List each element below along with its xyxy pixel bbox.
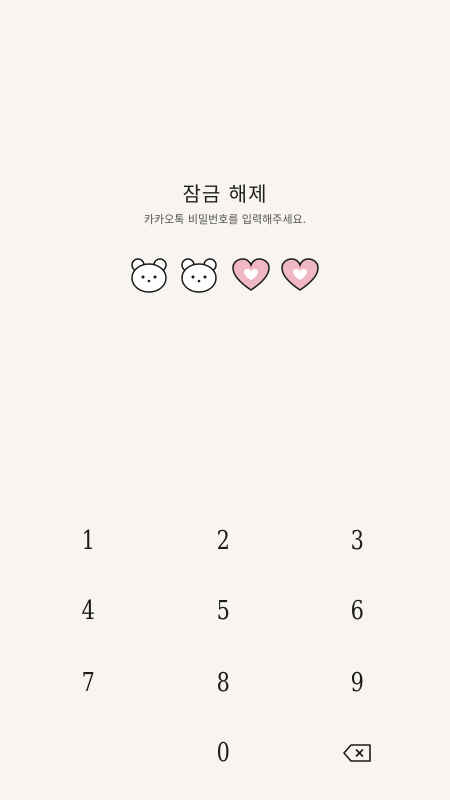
key-4[interactable]: 4 (33, 581, 143, 641)
bear-face-icon (181, 258, 217, 293)
pin-slot-2 (179, 256, 219, 294)
bear-face-icon (131, 258, 167, 293)
pin-slot-1 (129, 256, 169, 294)
key-empty (33, 723, 143, 783)
pin-slot-3 (231, 256, 271, 294)
page-subtitle: 카카오톡 비밀번호를 입력해주세요. (143, 213, 307, 226)
key-7[interactable]: 7 (33, 653, 143, 713)
backspace-button[interactable] (302, 723, 412, 783)
key-0[interactable]: 0 (168, 723, 278, 783)
page-title: 잠금 해제 (182, 182, 268, 206)
key-3[interactable]: 3 (302, 511, 412, 571)
key-5[interactable]: 5 (168, 581, 278, 641)
key-1[interactable]: 1 (33, 511, 143, 571)
heart-icon (232, 258, 270, 291)
key-2[interactable]: 2 (168, 511, 278, 571)
pin-indicator (129, 256, 321, 294)
numeric-keypad: 1 2 3 4 5 6 7 8 9 0 (0, 505, 450, 793)
key-8[interactable]: 8 (168, 653, 278, 713)
pin-slot-4 (280, 256, 320, 294)
heart-icon (281, 258, 319, 291)
key-6[interactable]: 6 (302, 581, 412, 641)
backspace-icon (343, 744, 371, 762)
key-9[interactable]: 9 (302, 653, 412, 713)
